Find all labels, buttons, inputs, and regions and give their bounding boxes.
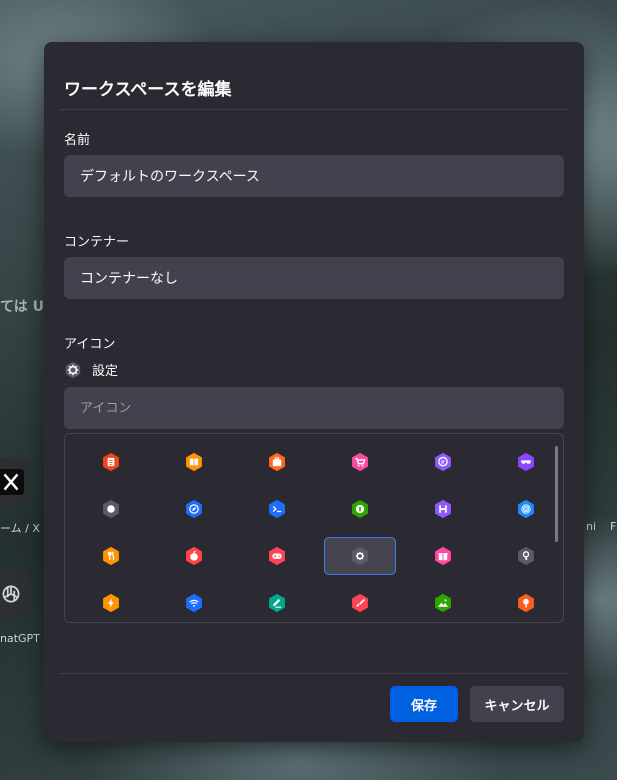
icon-label: アイコン bbox=[64, 337, 116, 352]
gamepad-icon bbox=[269, 546, 285, 566]
name-input[interactable]: デフォルトのワークスペース bbox=[64, 155, 564, 197]
icon-option-food[interactable] bbox=[75, 537, 147, 575]
save-button[interactable]: 保存 bbox=[390, 686, 458, 722]
icon-option-paintbrush[interactable] bbox=[324, 584, 396, 622]
circle-icon bbox=[103, 499, 119, 519]
edit-workspace-dialog: ワークスペースを編集 名前 デフォルトのワークスペース コンテナー コンテナーな… bbox=[44, 42, 584, 742]
dollar-icon bbox=[352, 499, 368, 519]
icon-option-key[interactable] bbox=[490, 537, 562, 575]
icon-option-gear[interactable] bbox=[324, 537, 396, 575]
icon-option-landscape[interactable] bbox=[407, 584, 479, 622]
bg-tile-x[interactable] bbox=[0, 458, 30, 506]
container-select[interactable]: コンテナーなし bbox=[64, 257, 564, 299]
food-icon bbox=[103, 546, 119, 566]
container-label: コンテナー bbox=[64, 235, 130, 250]
gift-icon bbox=[435, 546, 451, 566]
cancel-button[interactable]: キャンセル bbox=[470, 686, 564, 722]
chatgpt-logo-icon bbox=[2, 585, 20, 603]
icon-option-fingerprint-document[interactable] bbox=[75, 443, 147, 481]
bg-tile-chatgpt-label: natGPT bbox=[0, 632, 40, 645]
divider bbox=[60, 673, 568, 674]
fruit-icon bbox=[186, 546, 202, 566]
cart-icon bbox=[352, 452, 368, 472]
selected-icon-name: 設定 bbox=[92, 364, 119, 379]
selected-icon-row: 設定 bbox=[64, 360, 118, 379]
icon-option-fingerprint[interactable] bbox=[490, 490, 562, 528]
icon-option-dollar[interactable] bbox=[324, 490, 396, 528]
icon-option-chat[interactable] bbox=[407, 443, 479, 481]
compass-icon bbox=[186, 499, 202, 519]
wifi-icon bbox=[186, 593, 202, 613]
fingerprint-document-icon bbox=[103, 452, 119, 472]
name-label: 名前 bbox=[64, 133, 91, 148]
icon-option-circle[interactable] bbox=[75, 490, 147, 528]
icon-picker-grid bbox=[64, 433, 564, 623]
x-logo-icon bbox=[0, 469, 24, 495]
icon-option-pin[interactable] bbox=[490, 584, 562, 622]
dialog-title: ワークスペースを編集 bbox=[64, 80, 232, 100]
icon-option-compass[interactable] bbox=[158, 490, 230, 528]
lightning-icon bbox=[103, 593, 119, 613]
chat-icon bbox=[435, 452, 451, 472]
icon-option-fruit[interactable] bbox=[158, 537, 230, 575]
icon-option-film[interactable] bbox=[407, 490, 479, 528]
mask-icon bbox=[518, 452, 534, 472]
icon-option-gift[interactable] bbox=[407, 537, 479, 575]
icon-option-lightning[interactable] bbox=[75, 584, 147, 622]
icon-search-input[interactable] bbox=[64, 387, 564, 429]
film-icon bbox=[435, 499, 451, 519]
bg-tile-x-label: ーム / X bbox=[0, 522, 40, 535]
key-icon bbox=[518, 546, 534, 566]
bg-right-label: ni bbox=[586, 520, 597, 533]
book-icon bbox=[186, 452, 202, 472]
divider bbox=[60, 109, 568, 110]
bg-right-label-2: F bbox=[610, 520, 617, 533]
icon-option-briefcase[interactable] bbox=[241, 443, 313, 481]
bg-tile-chatgpt[interactable] bbox=[0, 570, 30, 618]
icon-option-wifi[interactable] bbox=[158, 584, 230, 622]
terminal-icon bbox=[269, 499, 285, 519]
icon-option-gamepad[interactable] bbox=[241, 537, 313, 575]
icon-option-mask[interactable] bbox=[490, 443, 562, 481]
icon-option-pen[interactable] bbox=[241, 584, 313, 622]
icon-option-terminal[interactable] bbox=[241, 490, 313, 528]
icon-option-book[interactable] bbox=[158, 443, 230, 481]
fingerprint-icon bbox=[518, 499, 534, 519]
landscape-icon bbox=[435, 593, 451, 613]
briefcase-icon bbox=[269, 452, 285, 472]
pin-icon bbox=[518, 593, 534, 613]
pen-icon bbox=[269, 593, 285, 613]
paintbrush-icon bbox=[352, 593, 368, 613]
gear-icon bbox=[65, 361, 81, 378]
gear-icon bbox=[352, 546, 368, 566]
icon-option-cart[interactable] bbox=[324, 443, 396, 481]
